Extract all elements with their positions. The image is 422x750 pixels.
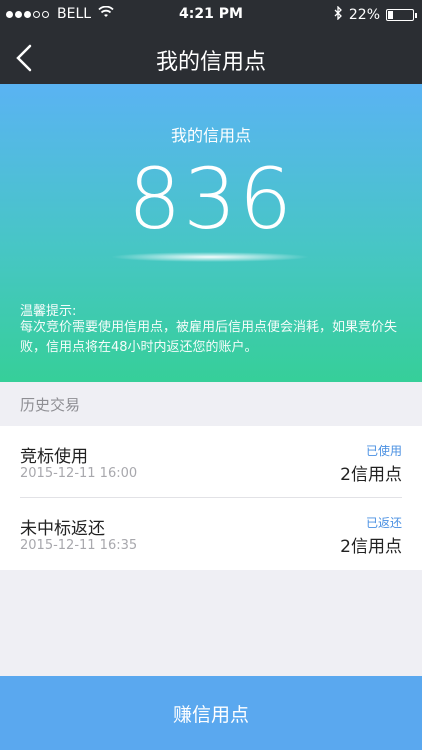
battery-percent: 22% [348,7,380,23]
item-title: 未中标返还 [20,519,105,539]
history-header: 历史交易 [0,382,422,426]
credit-summary: 我的信用点 836 温馨提示: 每次竞价需要使用信用点，被雇用后信用点便会消耗，… [0,84,422,382]
battery-fill [388,11,393,19]
item-date: 2015-12-11 16:35 [20,538,138,553]
credit-label: 我的信用点 [170,126,251,145]
credit-value: 836 [127,150,295,248]
item-title: 竞标使用 [20,447,88,467]
status-right: 22% [334,5,417,24]
list-item[interactable]: 竞标使用 2015-12-11 16:00 已使用 2信用点 [0,426,422,498]
battery-tip [415,13,417,18]
status-bar: BELL 4:21 PM 22% [0,0,422,30]
tip-title: 温馨提示: [20,304,77,319]
history-header-label: 历史交易 [20,396,81,414]
tip-text: 每次竞价需要使用信用点，被雇用后信用点便会消耗，如果竞价失败，信用点将在48小时… [20,320,398,355]
list-item[interactable]: 未中标返还 2015-12-11 16:35 已返还 2信用点 [0,498,422,570]
item-amount: 2信用点 [340,537,402,557]
history-list: 竞标使用 2015-12-11 16:00 已使用 2信用点 未中标返还 201… [0,426,422,570]
glow-divider [110,252,310,262]
nav-bar: 我的信用点 [0,30,422,84]
item-date: 2015-12-11 16:00 [20,466,138,481]
item-amount: 2信用点 [340,465,402,485]
page-title: 我的信用点 [155,50,266,75]
bluetooth-icon [334,5,343,24]
earn-credits-button[interactable]: 赚信用点 [0,676,422,750]
item-status: 已使用 [365,444,402,458]
item-status: 已返还 [365,516,402,530]
battery-icon [386,9,417,21]
